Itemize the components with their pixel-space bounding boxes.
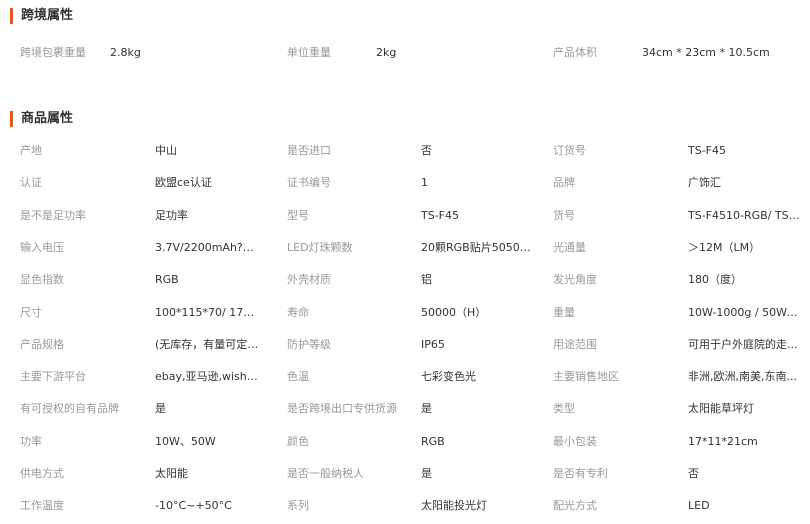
- attribute-label: 防护等级: [287, 337, 331, 351]
- attribute-label: 外壳材质: [287, 273, 331, 287]
- product-section-title: 商品属性: [10, 111, 73, 127]
- attribute-value: TS-F45: [421, 208, 459, 222]
- table-row: 显色指数 RGB 外壳材质 铝 发光角度 180（度）: [0, 264, 810, 296]
- attribute-label: 尺寸: [20, 305, 42, 319]
- attribute-value: 10W-1000g / 50W-17...: [688, 305, 800, 319]
- attribute-label: 产地: [20, 144, 42, 157]
- attribute-label: 品牌: [553, 176, 575, 190]
- attribute-value: 欧盟ce认证: [155, 176, 212, 190]
- attribute-label: 输入电压: [20, 240, 64, 254]
- attribute-value: 中山: [155, 144, 177, 157]
- attribute-label: 用途范围: [553, 337, 597, 351]
- table-row: 有可授权的自有品牌 是 是否跨境出口专供货源 是 类型 太阳能草坪灯: [0, 393, 810, 425]
- attribute-label: 显色指数: [20, 273, 64, 287]
- attribute-label: 单位重量: [287, 46, 331, 59]
- table-row: 主要下游平台 ebay,亚马逊,wish,速... 色温 七彩变色光 主要销售地区 非洲,…: [0, 361, 810, 393]
- attribute-label: 跨境包裹重量: [20, 46, 86, 59]
- attribute-label: 系列: [287, 499, 309, 513]
- attribute-value: 20颗RGB贴片5050LED: [421, 240, 531, 254]
- attribute-value: IP65: [421, 337, 445, 351]
- attribute-label: 光通量: [553, 240, 586, 254]
- attribute-label: 重量: [553, 305, 575, 319]
- attribute-value: 2kg: [376, 46, 397, 59]
- attribute-label: 功率: [20, 434, 42, 448]
- attribute-value: 否: [688, 467, 699, 480]
- attribute-value: 广饰汇: [688, 176, 721, 190]
- table-row: 产地 中山 是否进口 否 订货号 TS-F45: [0, 135, 810, 167]
- attribute-label: 是否进口: [287, 144, 331, 157]
- attribute-value: LED: [688, 499, 710, 513]
- attribute-value: TS-F4510-RGB/ TS-F...: [688, 208, 800, 222]
- attribute-label: 认证: [20, 176, 42, 190]
- attribute-value: 34cm * 23cm * 10.5cm: [642, 46, 770, 59]
- table-row: 跨境包裹重量 2.8kg 单位重量 2kg 产品体积 34cm * 23cm * 10.5…: [0, 37, 810, 69]
- cross-border-section-title: 跨境属性: [10, 8, 73, 24]
- attribute-value: 是: [155, 402, 166, 416]
- attribute-label: 订货号: [553, 144, 586, 157]
- attribute-label: 类型: [553, 402, 575, 416]
- attribute-label: 工作温度: [20, 499, 64, 513]
- table-row: 尺寸 100*115*70/ 175*13... 寿命 50000（H） 重量 10W-1…: [0, 297, 810, 329]
- attribute-value: 是: [421, 467, 432, 480]
- attribute-label: LED灯珠颗数: [287, 240, 353, 254]
- attribute-label: 证书编号: [287, 176, 331, 190]
- attribute-value: TS-F45: [688, 144, 726, 157]
- table-row: 认证 欧盟ce认证 证书编号 1 品牌 广饰汇: [0, 167, 810, 199]
- attribute-value: 太阳能草坪灯: [688, 402, 754, 416]
- attribute-value: 180（度）: [688, 273, 742, 287]
- table-row: 工作温度 -10°C~+50°C 系列 太阳能投光灯 配光方式 LED: [0, 490, 810, 522]
- attribute-value: 太阳能投光灯: [421, 499, 487, 513]
- attribute-value: -10°C~+50°C: [155, 499, 232, 513]
- attribute-label: 主要下游平台: [20, 370, 86, 384]
- attribute-label: 寿命: [287, 305, 309, 319]
- attribute-value: ＞12M（LM）: [688, 240, 761, 254]
- attribute-value: (无库存，有量可定制...: [155, 337, 260, 351]
- attribute-value: 3.7V/2200mAh?1865...: [155, 240, 260, 254]
- attribute-value: 太阳能: [155, 467, 188, 480]
- attribute-label: 产品体积: [553, 46, 597, 59]
- attribute-value: 足功率: [155, 208, 188, 222]
- attribute-value: 1: [421, 176, 428, 190]
- table-row: 功率 10W、50W 颜色 RGB 最小包装 17*11*21cm: [0, 426, 810, 458]
- attribute-value: 否: [421, 144, 432, 157]
- attribute-value: RGB: [155, 273, 179, 287]
- table-row: 产品规格 (无库存，有量可定制... 防护等级 IP65 用途范围 可用于户外庭院的走..…: [0, 329, 810, 361]
- attribute-label: 配光方式: [553, 499, 597, 513]
- attribute-value: ebay,亚马逊,wish,速...: [155, 370, 260, 384]
- attribute-label: 产品规格: [20, 337, 64, 351]
- attribute-label: 型号: [287, 208, 309, 222]
- attribute-value: 100*115*70/ 175*13...: [155, 305, 260, 319]
- attribute-label: 色温: [287, 370, 309, 384]
- attribute-value: 七彩变色光: [421, 370, 476, 384]
- attribute-label: 最小包装: [553, 434, 597, 448]
- attribute-value: 铝: [421, 273, 432, 287]
- table-row: 是不是足功率 足功率 型号 TS-F45 货号 TS-F4510-RGB/ TS-F...: [0, 200, 810, 232]
- table-row: 输入电压 3.7V/2200mAh?1865... LED灯珠颗数 20颗RGB贴片5…: [0, 232, 810, 264]
- attribute-label: 主要销售地区: [553, 370, 619, 384]
- attribute-label: 货号: [553, 208, 575, 222]
- attribute-label: 有可授权的自有品牌: [20, 402, 119, 416]
- attribute-label: 是否一般纳税人: [287, 467, 364, 480]
- attribute-value: 2.8kg: [110, 46, 141, 59]
- attribute-label: 是不是足功率: [20, 208, 86, 222]
- attribute-label: 是否有专利: [553, 467, 608, 480]
- attribute-value: 非洲,欧洲,南美,东南...: [688, 370, 797, 384]
- attribute-label: 发光角度: [553, 273, 597, 287]
- attribute-value: 50000（H）: [421, 305, 487, 319]
- attribute-label: 是否跨境出口专供货源: [287, 402, 397, 416]
- attribute-value: 是: [421, 402, 432, 416]
- attribute-value: RGB: [421, 434, 445, 448]
- attribute-value: 10W、50W: [155, 434, 216, 448]
- table-row: 供电方式 太阳能 是否一般纳税人 是 是否有专利 否: [0, 458, 810, 490]
- attribute-value: 17*11*21cm: [688, 434, 758, 448]
- attribute-label: 颜色: [287, 434, 309, 448]
- attribute-label: 供电方式: [20, 467, 64, 480]
- attribute-value: 可用于户外庭院的走...: [688, 337, 798, 351]
